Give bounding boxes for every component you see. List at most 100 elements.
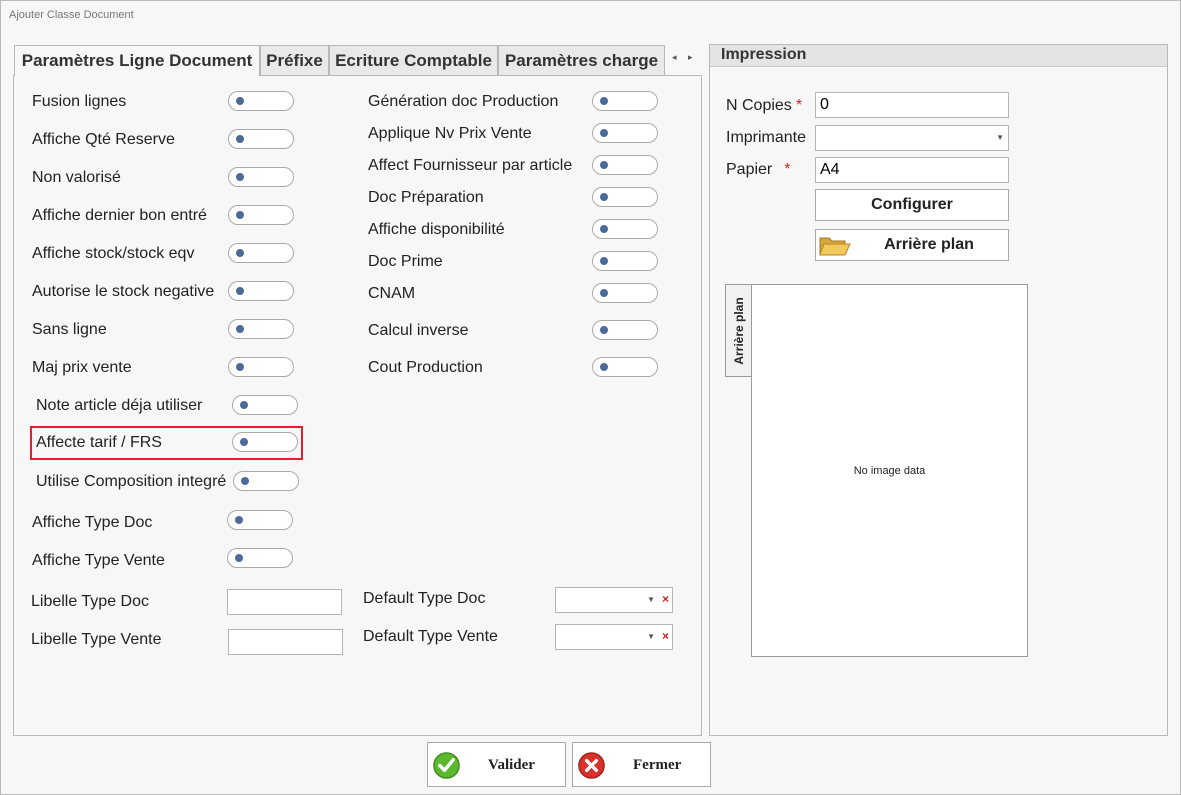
vertical-tab-arriere-plan[interactable]: Arrière plan: [725, 284, 752, 377]
configurer-button[interactable]: Configurer: [815, 189, 1009, 221]
label-libelle-type-vente: Libelle Type Vente: [31, 631, 162, 648]
libelle-type-doc-input[interactable]: [227, 589, 342, 615]
label-default-type-doc: Default Type Doc: [363, 590, 486, 607]
imprimante-select[interactable]: ▼: [815, 125, 1009, 151]
clear-icon[interactable]: ×: [662, 592, 669, 606]
toggle-knob: [600, 97, 608, 105]
toggle-affiche-disponibilite[interactable]: [592, 219, 658, 239]
image-preview: No image data: [751, 284, 1028, 657]
toggle-knob: [236, 363, 244, 371]
libelle-type-vente-input[interactable]: [228, 629, 343, 655]
label-cnam: CNAM: [368, 285, 416, 302]
toggle-knob: [235, 516, 243, 524]
toggle-knob: [240, 438, 248, 446]
required-marker: *: [795, 97, 803, 114]
label-utilise-composition-integre: Utilise Composition integré: [36, 473, 227, 490]
toggle-knob: [600, 289, 608, 297]
toggle-affiche-type-vente[interactable]: [227, 548, 293, 568]
toggle-maj-prix-vente[interactable]: [228, 357, 294, 377]
label-non-valorise: Non valorisé: [32, 169, 121, 186]
toggle-generation-doc-production[interactable]: [592, 91, 658, 111]
arriere-plan-label: Arrière plan: [884, 236, 974, 253]
toggle-knob: [236, 287, 244, 295]
toggle-autorise-stock-negative[interactable]: [228, 281, 294, 301]
fermer-label: Fermer: [633, 757, 682, 773]
label-n-copies: N Copies *: [726, 97, 802, 115]
label-affiche-stock-eqv: Affiche stock/stock eqv: [32, 245, 195, 262]
chevron-down-icon[interactable]: ▼: [996, 133, 1004, 142]
impression-header: Impression: [710, 45, 1167, 67]
checkmark-icon: [433, 752, 460, 779]
toggle-sans-ligne[interactable]: [228, 319, 294, 339]
label-papier: Papier *: [726, 161, 790, 179]
chevron-down-icon[interactable]: ▼: [647, 632, 655, 641]
label-sans-ligne: Sans ligne: [32, 321, 107, 338]
toggle-knob: [236, 211, 244, 219]
toggle-cout-production[interactable]: [592, 357, 658, 377]
toggle-affiche-stock-eqv[interactable]: [228, 243, 294, 263]
label-generation-doc-production: Génération doc Production: [368, 93, 559, 110]
toggle-affecte-tarif-frs[interactable]: [232, 432, 298, 452]
tab-parametres-charge[interactable]: Paramètres charge: [498, 45, 665, 75]
toggle-knob: [236, 135, 244, 143]
papier-label-text: Papier: [726, 161, 773, 178]
tab-ecriture-comptable[interactable]: Ecriture Comptable: [329, 45, 498, 75]
toggle-knob: [600, 363, 608, 371]
default-type-doc-select[interactable]: ▼ ×: [555, 587, 673, 613]
tab-scroll-right-icon[interactable]: ▸: [688, 52, 693, 63]
toggle-note-article-deja-utiliser[interactable]: [232, 395, 298, 415]
chevron-down-icon[interactable]: ▼: [647, 595, 655, 604]
vertical-tab-label: Arrière plan: [732, 296, 746, 365]
label-maj-prix-vente: Maj prix vente: [32, 359, 132, 376]
toggle-knob: [236, 325, 244, 333]
toggle-fusion-lignes[interactable]: [228, 91, 294, 111]
toggle-knob: [236, 249, 244, 257]
label-affect-fournisseur-par-article: Affect Fournisseur par article: [368, 157, 573, 174]
label-affiche-dernier-bon-entre: Affiche dernier bon entré: [32, 207, 207, 224]
tab-parametres-ligne-document[interactable]: Paramètres Ligne Document: [14, 45, 260, 76]
toggle-doc-prime[interactable]: [592, 251, 658, 271]
n-copies-input[interactable]: [815, 92, 1009, 118]
toggle-affect-fournisseur-par-article[interactable]: [592, 155, 658, 175]
toggle-non-valorise[interactable]: [228, 167, 294, 187]
toggle-cnam[interactable]: [592, 283, 658, 303]
toggle-knob: [600, 257, 608, 265]
arriere-plan-button[interactable]: Arrière plan: [815, 229, 1009, 261]
label-affecte-tarif-frs: Affecte tarif / FRS: [36, 434, 162, 451]
toggle-knob: [241, 477, 249, 485]
toggle-knob: [236, 173, 244, 181]
toggle-affiche-dernier-bon-entre[interactable]: [228, 205, 294, 225]
valider-button[interactable]: Valider: [427, 742, 566, 787]
tab-prefixe[interactable]: Préfixe: [260, 45, 329, 75]
toggle-calcul-inverse[interactable]: [592, 320, 658, 340]
label-note-article-deja-utiliser: Note article déja utiliser: [36, 397, 203, 414]
toggle-affiche-type-doc[interactable]: [227, 510, 293, 530]
no-image-text: No image data: [853, 465, 926, 477]
toggle-knob: [600, 225, 608, 233]
window-title: Ajouter Classe Document: [9, 9, 134, 21]
n-copies-label-text: N Copies: [726, 97, 792, 114]
label-affiche-type-doc: Affiche Type Doc: [32, 514, 153, 531]
toggle-affiche-qte-reserve[interactable]: [228, 129, 294, 149]
tab-scroll-left-icon[interactable]: ◂: [672, 52, 677, 63]
toggle-utilise-composition-integre[interactable]: [233, 471, 299, 491]
toggle-doc-preparation[interactable]: [592, 187, 658, 207]
toggle-knob: [600, 326, 608, 334]
label-fusion-lignes: Fusion lignes: [32, 93, 127, 110]
default-type-vente-select[interactable]: ▼ ×: [555, 624, 673, 650]
label-affiche-type-vente: Affiche Type Vente: [32, 552, 165, 569]
label-autorise-stock-negative: Autorise le stock negative: [32, 283, 215, 300]
label-default-type-vente: Default Type Vente: [363, 628, 498, 645]
papier-input[interactable]: [815, 157, 1009, 183]
toggle-knob: [600, 129, 608, 137]
label-libelle-type-doc: Libelle Type Doc: [31, 593, 149, 610]
toggle-applique-nv-prix-vente[interactable]: [592, 123, 658, 143]
toggle-knob: [600, 193, 608, 201]
clear-icon[interactable]: ×: [662, 629, 669, 643]
label-imprimante: Imprimante: [726, 129, 807, 146]
close-icon: [578, 752, 605, 779]
toggle-knob: [240, 401, 248, 409]
fermer-button[interactable]: Fermer: [572, 742, 711, 787]
label-affiche-disponibilite: Affiche disponibilité: [368, 221, 505, 238]
label-calcul-inverse: Calcul inverse: [368, 322, 469, 339]
